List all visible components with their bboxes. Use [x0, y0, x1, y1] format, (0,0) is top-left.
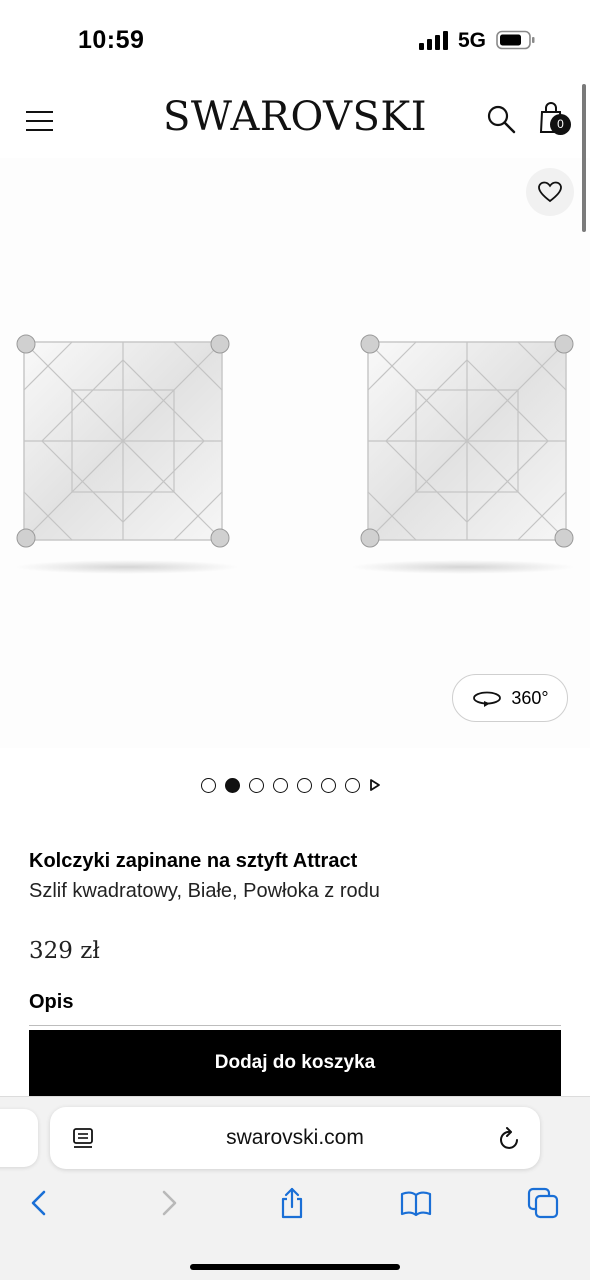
- signal-strength-icon: [419, 31, 448, 50]
- gallery-dot[interactable]: [297, 777, 312, 793]
- gallery-dot[interactable]: [201, 777, 216, 793]
- earring-image-right: [360, 334, 574, 548]
- heart-icon: [538, 181, 562, 203]
- product-price: 329 zł: [29, 938, 100, 964]
- status-bar: 10:59 5G: [0, 0, 590, 80]
- forward-icon[interactable]: [152, 1187, 184, 1219]
- gallery-dot[interactable]: [249, 777, 264, 793]
- battery-icon: [496, 30, 535, 50]
- divider: [29, 1025, 561, 1026]
- cart-count-badge: 0: [550, 114, 571, 135]
- site-header: SWAROVSKI 0: [0, 80, 590, 158]
- network-label: 5G: [458, 29, 487, 52]
- bookmarks-icon[interactable]: [400, 1187, 432, 1219]
- gallery-dot[interactable]: [321, 777, 336, 793]
- rotate-360-label: 360°: [511, 687, 549, 708]
- home-indicator[interactable]: [190, 1264, 400, 1270]
- gallery-pagination: [201, 776, 381, 794]
- reload-icon[interactable]: [498, 1125, 522, 1151]
- page-scrollbar[interactable]: [582, 84, 586, 232]
- previous-tab-preview[interactable]: [0, 1109, 38, 1167]
- gallery-dot-active[interactable]: [225, 777, 240, 793]
- search-icon[interactable]: [486, 104, 516, 134]
- status-time: 10:59: [78, 26, 145, 54]
- browser-toolbar: swarovski.com: [0, 1096, 590, 1280]
- product-name: Kolczyki zapinane na sztyft Attract: [29, 850, 358, 872]
- address-bar[interactable]: swarovski.com: [50, 1107, 540, 1169]
- gallery-dot[interactable]: [345, 777, 360, 793]
- product-subtitle: Szlif kwadratowy, Białe, Powłoka z rodu: [29, 880, 380, 902]
- gallery-dot[interactable]: [273, 777, 288, 793]
- tabs-icon[interactable]: [527, 1187, 559, 1219]
- back-icon[interactable]: [24, 1187, 56, 1219]
- wishlist-button[interactable]: [526, 168, 574, 216]
- earring-image-left: [16, 334, 230, 548]
- earring-shadow: [350, 560, 576, 574]
- play-next-icon[interactable]: [369, 778, 381, 792]
- add-to-cart-button[interactable]: Dodaj do koszyka: [29, 1030, 561, 1096]
- url-text: swarovski.com: [226, 1126, 364, 1149]
- description-heading[interactable]: Opis: [29, 991, 73, 1014]
- rotate-360-icon: [473, 691, 502, 707]
- share-icon[interactable]: [276, 1187, 308, 1219]
- rotate-360-button[interactable]: 360°: [452, 674, 568, 722]
- earring-shadow: [14, 560, 240, 574]
- product-image-gallery[interactable]: 360°: [0, 158, 590, 748]
